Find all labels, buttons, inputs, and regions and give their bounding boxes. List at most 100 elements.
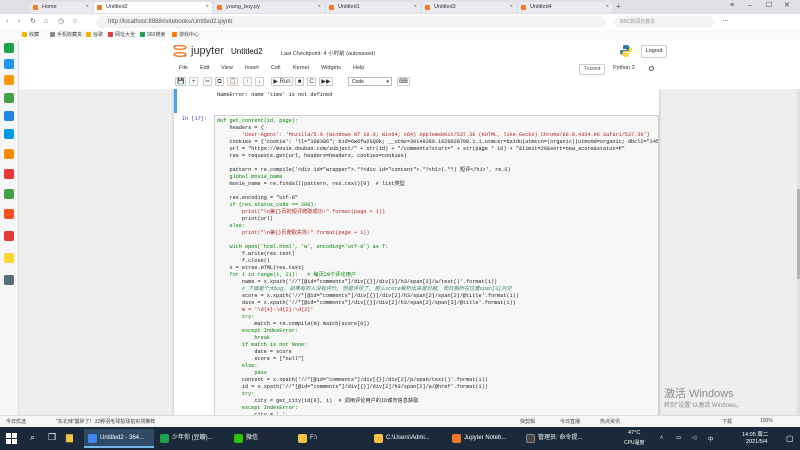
menu-file[interactable]: File — [179, 65, 188, 71]
status-item[interactable]: 今日直播 — [560, 418, 580, 425]
insert-cell-button[interactable]: + — [189, 77, 198, 86]
move-down-button[interactable]: ↓ — [255, 77, 264, 86]
reload-icon[interactable]: ↻ — [30, 17, 36, 26]
menu-view[interactable]: View — [221, 65, 233, 71]
zoom-level[interactable]: 100% — [760, 418, 773, 424]
taskbar-item[interactable]: C:\Users\Admi... — [370, 429, 444, 448]
output-cell[interactable]: NameError: name 'time' is not defined — [174, 89, 659, 113]
home-icon[interactable]: ⌂ — [44, 17, 48, 26]
paste-button[interactable]: 📋 — [227, 77, 239, 86]
notebook-name[interactable]: Untitled2 — [231, 47, 263, 56]
tray-expand-icon[interactable]: ˄ — [660, 435, 663, 441]
status-item[interactable]: 下载 — [722, 418, 732, 425]
status-promo[interactable]: 今日优选 — [6, 418, 26, 425]
sidebar-app-icon[interactable] — [4, 149, 14, 159]
bookmark-item[interactable]: 360搜索 — [140, 31, 165, 40]
tab-untitled1[interactable]: Untitled1 × — [326, 2, 420, 13]
tab-untitled4[interactable]: Untitled4 × — [518, 2, 612, 13]
tab-untitled3[interactable]: Untitled3 × — [422, 2, 516, 13]
sidebar-app-icon[interactable] — [4, 253, 14, 263]
sidebar-app-icon[interactable] — [4, 231, 14, 241]
copy-button[interactable]: ⧉ — [215, 77, 224, 86]
status-item[interactable]: 热点资讯 — [600, 418, 620, 425]
menu-widgets[interactable]: Widgets — [321, 65, 341, 71]
clock-date[interactable]: 2021/5/4 — [746, 439, 767, 445]
taskbar-item[interactable]: 管理员: 命令提... — [522, 429, 600, 448]
menu-kernel[interactable]: Kernel — [293, 65, 309, 71]
trusted-indicator[interactable]: Trusted — [579, 64, 605, 75]
sidebar-app-icon[interactable] — [4, 209, 14, 219]
explorer-icon[interactable]: ▆ — [66, 432, 73, 443]
cpu-temperature[interactable]: 47°C — [628, 430, 640, 436]
bookmark-item[interactable]: 手机收藏夹 — [50, 31, 82, 40]
close-icon[interactable]: × — [205, 2, 209, 13]
history-icon[interactable]: ◷ — [58, 17, 64, 26]
sidebar-app-icon[interactable] — [4, 129, 14, 139]
taskbar-item[interactable]: 微信 — [230, 429, 292, 448]
kernel-name[interactable]: Python 3 — [613, 65, 635, 71]
menu-cell[interactable]: Cell — [271, 65, 280, 71]
bookmark-item[interactable]: 收藏 — [22, 31, 39, 40]
cut-button[interactable]: ✂ — [203, 77, 213, 86]
jupyter-logo-icon[interactable] — [173, 44, 187, 58]
menu-icon[interactable]: ≡ — [730, 1, 734, 11]
volume-icon[interactable]: ◁ — [692, 435, 696, 441]
cell-type-select[interactable]: Code ▾ — [348, 77, 392, 86]
forward-icon[interactable]: › — [18, 17, 20, 26]
close-window-icon[interactable]: ✕ — [784, 1, 790, 11]
restart-run-all-button[interactable]: ▶▶ — [319, 77, 333, 86]
logout-button[interactable]: Logout — [641, 45, 667, 58]
sidebar-app-icon[interactable] — [4, 111, 14, 121]
sidebar-app-icon[interactable] — [4, 93, 14, 103]
interrupt-button[interactable]: ■ — [295, 77, 304, 86]
sidebar-app-icon[interactable] — [4, 169, 14, 179]
bookmark-item[interactable]: 游戏中心 — [172, 31, 199, 40]
taskbar-item[interactable]: 少年你 (豆瓣)... — [156, 429, 228, 448]
ime-indicator[interactable]: 中 — [708, 435, 714, 443]
move-up-button[interactable]: ↑ — [243, 77, 252, 86]
tab-untitled2[interactable]: Untitled2 × — [94, 2, 212, 13]
search-input[interactable]: BBC新闻负数责 — [614, 16, 714, 28]
close-icon[interactable]: × — [605, 2, 609, 13]
taskbar-item[interactable]: F:\ — [294, 429, 364, 448]
tab-home[interactable]: Home × — [30, 2, 92, 13]
sidebar-app-icon[interactable] — [4, 75, 14, 85]
save-button[interactable]: 💾 — [175, 77, 187, 86]
menu-edit[interactable]: Edit — [200, 65, 209, 71]
notification-icon[interactable]: ▢ — [786, 434, 794, 443]
close-icon[interactable]: × — [317, 2, 321, 13]
close-icon[interactable]: × — [85, 2, 89, 13]
status-item[interactable]: 快剪辑 — [520, 418, 535, 425]
task-view-icon[interactable]: ❐ — [48, 432, 56, 443]
code-line: res.encoding = "utf-8" — [217, 195, 298, 201]
command-palette-button[interactable]: ⌨ — [397, 77, 410, 86]
close-icon[interactable]: × — [509, 2, 513, 13]
minimize-icon[interactable]: – — [748, 1, 752, 11]
taskbar-item[interactable]: Jupyter Noteb... — [448, 429, 520, 448]
search-icon[interactable]: ⌕ — [30, 432, 35, 443]
sidebar-app-icon[interactable] — [4, 189, 14, 199]
maximize-icon[interactable]: ☐ — [766, 1, 772, 11]
code-cell-editor[interactable]: def get_content(id, page): headers = { '… — [214, 115, 659, 415]
url-field[interactable]: http://localhost:8888/notebooks/Untitled… — [96, 16, 606, 28]
status-news[interactable]: "东北辣"震碎了！32种羽毛球拍球拍实测推荐 — [56, 418, 155, 425]
windows-start-icon[interactable] — [6, 433, 17, 444]
sidebar-app-icon[interactable] — [4, 43, 14, 53]
restart-button[interactable]: C — [307, 77, 316, 86]
sidebar-app-icon[interactable] — [4, 59, 14, 69]
run-button[interactable]: ▶ Run — [271, 77, 293, 86]
menu-insert[interactable]: Insert — [245, 65, 259, 71]
back-icon[interactable]: ‹ — [6, 17, 8, 26]
taskbar-item[interactable]: Untitled2 - 364... — [84, 429, 154, 448]
bookmark-item[interactable]: 网址大全 — [108, 31, 135, 40]
close-icon[interactable]: × — [413, 2, 417, 13]
bookmark-item[interactable]: 谷歌 — [86, 31, 103, 40]
new-tab-button[interactable]: + — [616, 2, 621, 12]
clock-time[interactable]: 14:05 周二 — [742, 430, 768, 438]
star-icon[interactable]: ☆ — [72, 17, 78, 26]
extensions-icon[interactable]: ⋯ — [722, 17, 729, 26]
sidebar-app-icon[interactable] — [4, 275, 14, 285]
network-icon[interactable]: ▭ — [676, 435, 681, 441]
tab-young-boy[interactable]: young_boy.py × — [214, 2, 324, 13]
menu-help[interactable]: Help — [353, 65, 364, 71]
